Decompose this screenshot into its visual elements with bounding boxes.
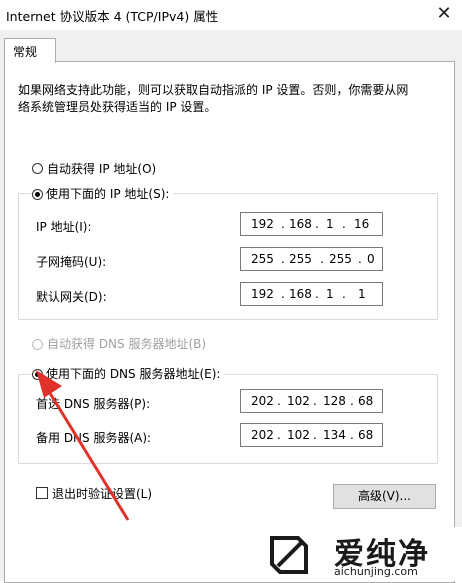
arrow-shaft [46,389,130,521]
red-arrow-annotation [36,370,130,521]
arrow-head [36,370,62,398]
